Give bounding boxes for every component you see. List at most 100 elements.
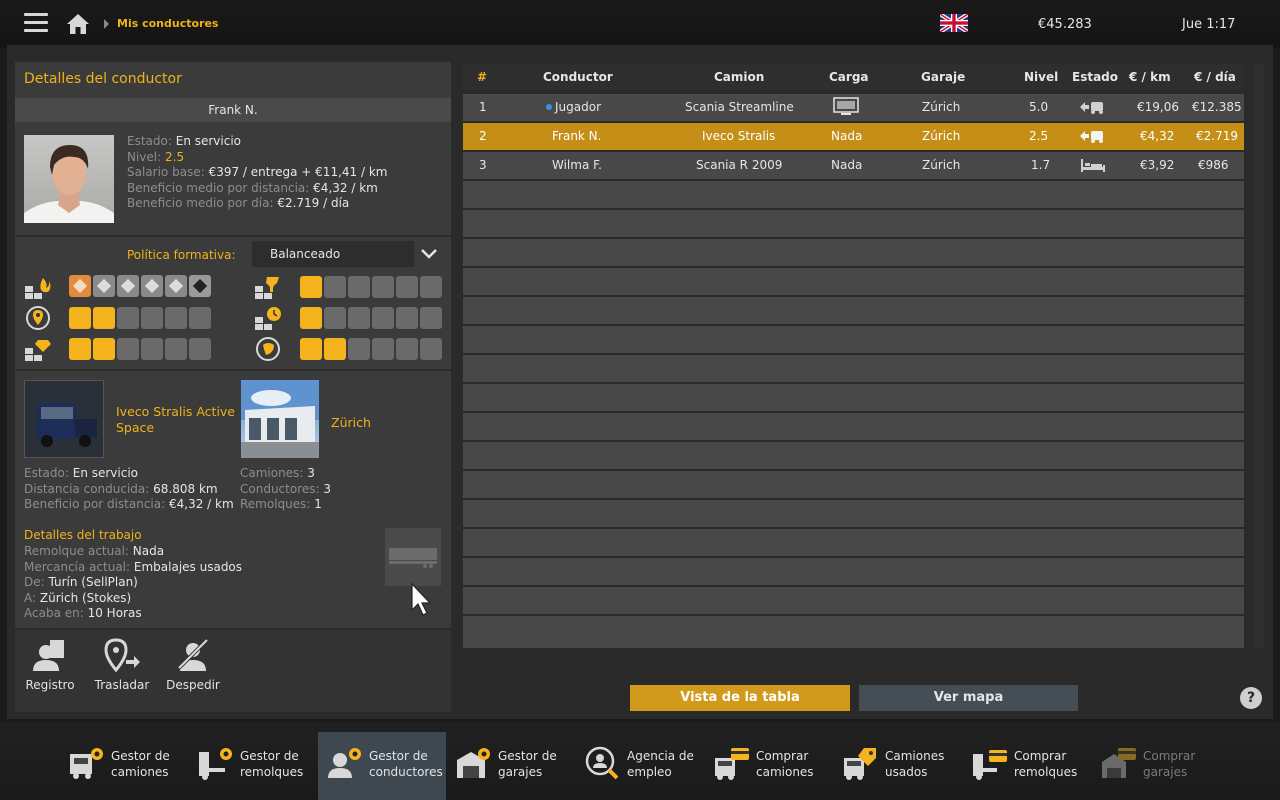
col-carga-header[interactable]: Carga bbox=[829, 70, 869, 84]
garage-name[interactable]: Zürich bbox=[331, 415, 371, 430]
skill-point[interactable] bbox=[189, 307, 211, 329]
skill-point[interactable] bbox=[372, 276, 394, 298]
skill-point[interactable] bbox=[165, 307, 187, 329]
map-view-button[interactable]: Ver mapa bbox=[859, 685, 1078, 711]
skill-point[interactable] bbox=[420, 276, 442, 298]
col-eur-km-header[interactable]: € / km bbox=[1129, 70, 1171, 84]
job-remolque-label: Remolque actual: bbox=[24, 544, 129, 558]
adr-gas-icon[interactable] bbox=[93, 275, 115, 297]
skill-point[interactable] bbox=[93, 307, 115, 329]
skill-point[interactable] bbox=[69, 307, 91, 329]
skill-point[interactable] bbox=[141, 338, 163, 360]
registro-button[interactable]: Registro bbox=[10, 638, 90, 692]
just-in-time-skill-row[interactable] bbox=[300, 307, 442, 329]
empty-table-row bbox=[463, 413, 1244, 440]
col-nivel-header[interactable]: Nivel bbox=[1024, 70, 1058, 84]
table-row[interactable]: 3 Wilma F. Scania R 2009 Nada Zúrich 1.7… bbox=[463, 152, 1244, 179]
table-row[interactable]: 2 Frank N. Iveco Stralis Nada Zúrich 2.5… bbox=[463, 123, 1244, 150]
col-estado-header[interactable]: Estado bbox=[1072, 70, 1118, 84]
despedir-button[interactable]: Despedir bbox=[153, 638, 233, 692]
adr-solid-icon[interactable] bbox=[141, 275, 163, 297]
trasladar-button[interactable]: Trasladar bbox=[82, 638, 162, 692]
skill-point[interactable] bbox=[300, 276, 322, 298]
nav-driver-manager[interactable]: Gestor de conductores bbox=[318, 732, 446, 800]
row-garaje: Zúrich bbox=[922, 129, 961, 143]
skill-point[interactable] bbox=[117, 338, 139, 360]
empty-table-row bbox=[463, 471, 1244, 498]
nav-buy-trucks[interactable]: Comprar camiones bbox=[705, 732, 833, 790]
adr-flammable-icon[interactable] bbox=[117, 275, 139, 297]
job-remolque-value: Nada bbox=[132, 544, 165, 558]
adr-corrosive-icon[interactable] bbox=[189, 275, 211, 297]
breadcrumb[interactable]: Mis conductores bbox=[117, 17, 218, 30]
col-eur-dia-header[interactable]: € / día bbox=[1194, 70, 1236, 84]
fragile-skill-row[interactable] bbox=[300, 276, 442, 298]
skill-point[interactable] bbox=[117, 307, 139, 329]
col-conductor-header[interactable]: Conductor bbox=[543, 70, 613, 84]
nav-buy-garages[interactable]: Comprar garajes bbox=[1092, 732, 1220, 790]
job-acaba-value: 10 Horas bbox=[87, 606, 142, 620]
nav-buy-trailers[interactable]: Comprar remolques bbox=[963, 732, 1091, 790]
nav-used-trucks[interactable]: Camiones usados bbox=[834, 732, 962, 790]
skill-point[interactable] bbox=[372, 338, 394, 360]
skill-point[interactable] bbox=[420, 338, 442, 360]
table-scrollbar[interactable] bbox=[1254, 64, 1264, 648]
garage-conductores-value: 3 bbox=[323, 481, 332, 496]
estado-value: En servicio bbox=[175, 134, 242, 148]
skill-point[interactable] bbox=[396, 276, 418, 298]
skill-point[interactable] bbox=[69, 338, 91, 360]
empty-table-row bbox=[463, 239, 1244, 266]
adr-skill-row[interactable] bbox=[69, 275, 211, 297]
col-garaje-header[interactable]: Garaje bbox=[921, 70, 965, 84]
col-num-header[interactable]: # bbox=[477, 70, 487, 84]
help-icon[interactable]: ? bbox=[1240, 687, 1262, 709]
table-view-button[interactable]: Vista de la tabla bbox=[630, 685, 850, 711]
training-policy-select[interactable]: Balanceado bbox=[252, 241, 444, 267]
garage-thumbnail[interactable] bbox=[241, 380, 319, 458]
row-nivel: 5.0 bbox=[1029, 100, 1049, 114]
empty-table-row bbox=[463, 181, 1244, 208]
salario-value: €397 / entrega + €11,41 / km bbox=[208, 165, 388, 179]
skill-point[interactable] bbox=[300, 307, 322, 329]
col-camion-header[interactable]: Camion bbox=[714, 70, 764, 84]
adr-toxic-icon[interactable] bbox=[165, 275, 187, 297]
skill-point[interactable] bbox=[396, 338, 418, 360]
high-value-skill-row[interactable] bbox=[69, 338, 211, 360]
home-icon[interactable] bbox=[66, 13, 90, 35]
skill-point[interactable] bbox=[348, 307, 370, 329]
truck-name[interactable]: Iveco Stralis Active Space bbox=[116, 404, 236, 436]
skill-point[interactable] bbox=[93, 338, 115, 360]
nav-garage-manager[interactable]: Gestor de garajes bbox=[447, 732, 575, 790]
skill-point[interactable] bbox=[324, 338, 346, 360]
skill-point[interactable] bbox=[324, 307, 346, 329]
skill-point[interactable] bbox=[300, 338, 322, 360]
table-row[interactable]: 1 Jugador Scania Streamline Zúrich 5.0 €… bbox=[463, 94, 1244, 121]
uk-flag-icon[interactable] bbox=[940, 14, 968, 32]
menu-icon[interactable] bbox=[24, 13, 48, 33]
long-distance-skill-row[interactable] bbox=[69, 307, 211, 329]
skill-point[interactable] bbox=[189, 338, 211, 360]
truck-thumbnail[interactable] bbox=[24, 380, 104, 458]
adr-explosives-icon[interactable] bbox=[69, 275, 91, 297]
skill-point[interactable] bbox=[348, 338, 370, 360]
nav-trailer-manager[interactable]: Gestor de remolques bbox=[189, 732, 317, 790]
chevron-down-icon[interactable] bbox=[414, 241, 444, 267]
driver-info: Estado: En servicio Nivel: 2.5 Salario b… bbox=[127, 134, 387, 212]
skill-point[interactable] bbox=[420, 307, 442, 329]
skill-point[interactable] bbox=[324, 276, 346, 298]
eco-driving-skill-icon bbox=[256, 337, 280, 361]
buy-trucks-icon bbox=[715, 748, 749, 780]
used-trucks-icon bbox=[844, 748, 876, 780]
policy-label: Política formativa: bbox=[127, 248, 236, 262]
nav-truck-manager[interactable]: Gestor de camiones bbox=[60, 732, 188, 790]
skill-point[interactable] bbox=[348, 276, 370, 298]
truck-manager-icon bbox=[70, 748, 103, 779]
skill-point[interactable] bbox=[165, 338, 187, 360]
nav-recruitment-agency[interactable]: Agencia de empleo bbox=[576, 732, 704, 790]
trailer-thumbnail[interactable] bbox=[385, 528, 441, 586]
skill-point[interactable] bbox=[141, 307, 163, 329]
skill-point[interactable] bbox=[396, 307, 418, 329]
truck-benef-value: €4,32 / km bbox=[168, 497, 234, 511]
eco-driving-skill-row[interactable] bbox=[300, 338, 442, 360]
skill-point[interactable] bbox=[372, 307, 394, 329]
